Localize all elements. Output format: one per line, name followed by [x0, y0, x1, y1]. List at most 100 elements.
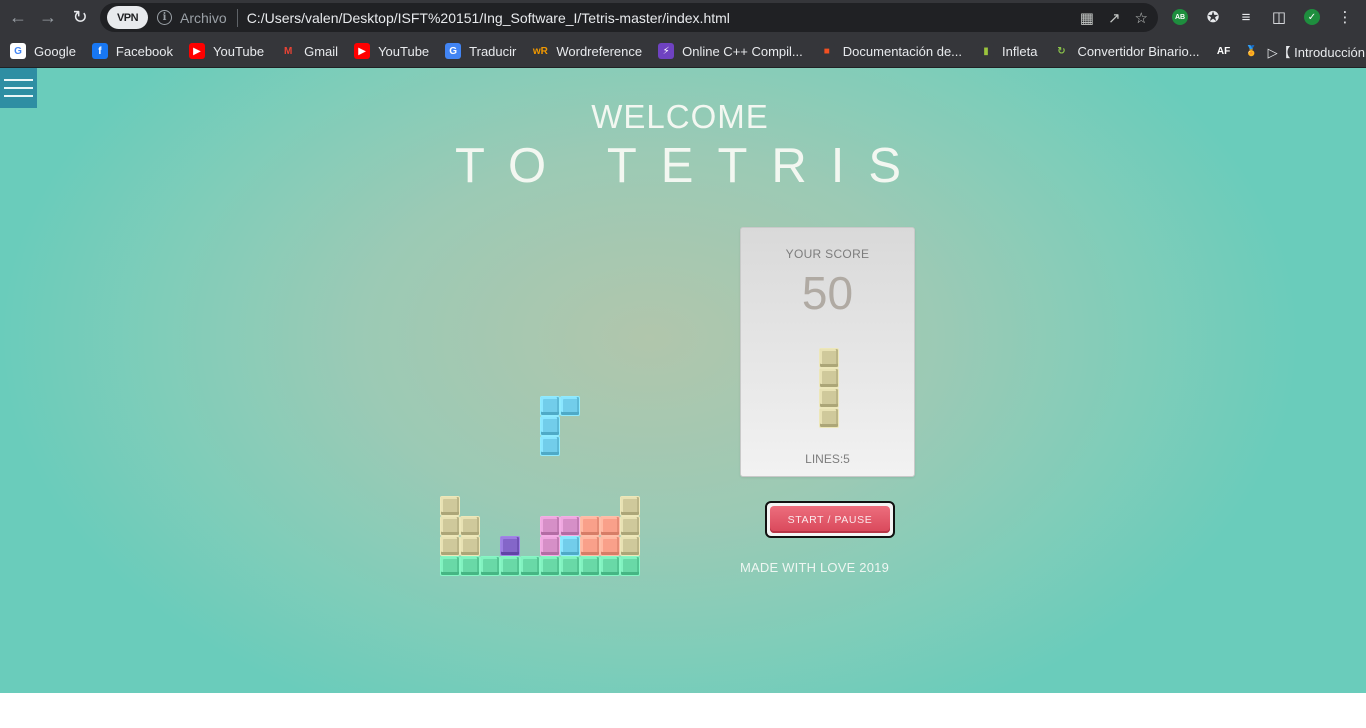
bookmark-item[interactable]: ▶ YouTube: [354, 43, 429, 59]
bookmark-label: Convertidor Binario...: [1077, 43, 1200, 59]
score-panel: YOUR SCORE 50 LINES:5: [740, 227, 915, 477]
board-block: [540, 536, 560, 556]
vpn-badge[interactable]: VPN: [107, 6, 148, 29]
youtube-icon: ▶: [354, 43, 371, 59]
board-block: [580, 556, 600, 576]
board-block: [560, 516, 580, 536]
start-pause-button[interactable]: START / PAUSE: [765, 501, 895, 538]
board-block: [580, 536, 600, 556]
bookmark-label: Wordreference: [556, 43, 643, 59]
bookmark-label: Infleta: [1002, 43, 1038, 59]
af-icon: AF: [1215, 43, 1232, 59]
forward-arrow-icon[interactable]: →: [36, 6, 60, 30]
start-pause-label: START / PAUSE: [770, 506, 890, 533]
address-bar-actions: ▦ ↗ ☆: [1080, 3, 1148, 32]
site-info-label[interactable]: Archivo: [180, 10, 227, 26]
share-icon[interactable]: ↗: [1108, 9, 1121, 27]
falling-block: [540, 396, 560, 416]
bookmark-item[interactable]: f Facebook: [91, 43, 174, 59]
bookmark-item[interactable]: wR Wordreference: [532, 43, 642, 59]
infleta-icon: ▮: [978, 43, 995, 59]
bookmark-label: ▷【 Introducción...: [1267, 44, 1366, 60]
bookmark-item[interactable]: ▮ Infleta: [978, 43, 1037, 59]
page-title: TO TETRIS: [454, 139, 926, 193]
board-block: [560, 536, 580, 556]
bookmark-item[interactable]: G Google: [10, 43, 76, 59]
board-block: [580, 516, 600, 536]
bookmark-item[interactable]: AF: [1215, 43, 1240, 59]
board-block: [620, 536, 640, 556]
bookmark-item[interactable]: ▶ YouTube: [189, 43, 264, 59]
youtube-icon: ▶: [189, 43, 206, 59]
next-piece-block: [819, 408, 839, 428]
translate-page-icon[interactable]: ▦: [1080, 9, 1094, 27]
welcome-heading: WELCOME: [591, 98, 769, 135]
score-label: YOUR SCORE: [785, 247, 870, 261]
wordreference-icon: wR: [532, 43, 549, 59]
board-block: [520, 556, 540, 576]
board-block: [460, 556, 480, 576]
board-block: [460, 536, 480, 556]
board-block: [600, 556, 620, 576]
extensions-area: AB ✪ ≡ ◫ ✓ ⋮: [1170, 5, 1355, 29]
bookmark-star-icon[interactable]: ☆: [1135, 9, 1148, 27]
bookmark-item[interactable]: 🏅 ▷【 Introducción...: [1243, 42, 1366, 61]
gmail-icon: M: [280, 43, 297, 59]
falling-block: [560, 396, 580, 416]
bookmark-label: Online C++ Compil...: [682, 43, 803, 59]
browser-toolbar: ← → ↻ VPN i Archivo C:/Users/valen/Deskt…: [0, 0, 1366, 35]
adblock-extension-icon[interactable]: AB: [1170, 7, 1190, 27]
bookmark-label: Traducir: [469, 43, 517, 59]
bookmark-label: YouTube: [378, 43, 430, 59]
reload-icon[interactable]: ↻: [68, 6, 92, 30]
converter-icon: ↻: [1053, 43, 1070, 59]
board-block: [540, 556, 560, 576]
next-piece-block: [819, 348, 839, 368]
translate-icon: G: [445, 43, 462, 59]
board-block: [500, 536, 520, 556]
bookmark-item[interactable]: G Traducir: [445, 43, 516, 59]
board-block: [440, 496, 460, 516]
menu-kebab-icon[interactable]: ⋮: [1335, 7, 1355, 27]
compiler-icon: ⚡: [658, 43, 675, 59]
url-text[interactable]: C:/Users/valen/Desktop/ISFT%20151/Ing_So…: [247, 10, 730, 26]
board-block: [480, 556, 500, 576]
board-block: [620, 496, 640, 516]
facebook-icon: f: [91, 43, 108, 59]
board-block: [600, 536, 620, 556]
board-block: [500, 556, 520, 576]
bookmark-label: Documentación de...: [842, 43, 963, 59]
bookmark-label: Facebook: [115, 43, 174, 59]
board-block: [620, 516, 640, 536]
board-block: [440, 516, 460, 536]
extensions-puzzle-icon[interactable]: ✪: [1203, 7, 1223, 27]
falling-block: [540, 436, 560, 456]
board-block: [460, 516, 480, 536]
medal-icon: 🏅: [1243, 43, 1260, 59]
reading-list-icon[interactable]: ≡: [1236, 7, 1256, 27]
microsoft-icon: ■: [818, 43, 835, 59]
board-block: [620, 556, 640, 576]
info-icon[interactable]: i: [157, 10, 172, 25]
next-piece-block: [819, 388, 839, 408]
back-arrow-icon[interactable]: ←: [6, 6, 30, 30]
footer-credit: MADE WITH LOVE 2019: [740, 560, 890, 575]
google-icon: G: [10, 43, 26, 59]
bookmark-item[interactable]: M Gmail: [280, 43, 338, 59]
side-panel-icon[interactable]: ◫: [1269, 7, 1289, 27]
board-block: [440, 556, 460, 576]
lines-counter: LINES:5: [805, 452, 850, 466]
address-bar[interactable]: VPN i Archivo C:/Users/valen/Desktop/ISF…: [100, 3, 1158, 32]
bookmark-item[interactable]: ↻ Convertidor Binario...: [1053, 43, 1200, 59]
board-block: [540, 516, 560, 536]
address-separator: [236, 8, 238, 27]
bookmark-item[interactable]: ⚡ Online C++ Compil...: [658, 43, 803, 59]
board-block: [440, 536, 460, 556]
security-shield-icon[interactable]: ✓: [1302, 7, 1322, 27]
bookmark-label: Gmail: [304, 43, 339, 59]
bookmark-item[interactable]: ■ Documentación de...: [818, 43, 963, 59]
score-value: 50: [801, 267, 854, 319]
bookmark-label: YouTube: [213, 43, 265, 59]
board-block: [600, 516, 620, 536]
bookmark-label: Google: [34, 43, 76, 59]
